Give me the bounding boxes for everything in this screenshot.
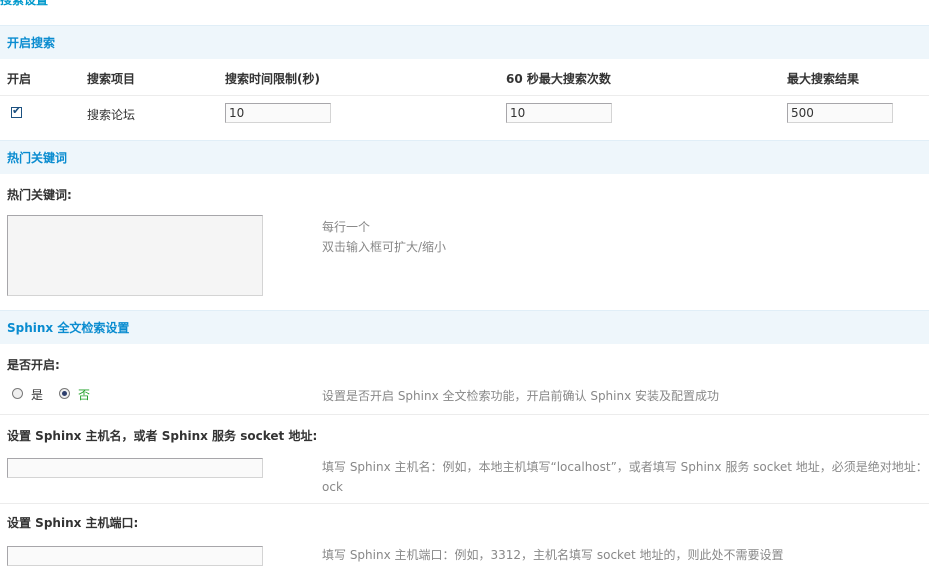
row-divider	[0, 95, 929, 96]
sphinx-port-hint: 填写 Sphinx 主机端口：例如，3312，主机名填写 socket 地址的，…	[322, 548, 784, 562]
column-header-time-limit: 搜索时间限制(秒)	[225, 72, 320, 86]
sphinx-port-input[interactable]	[7, 546, 263, 566]
hot-keywords-label: 热门关键词:	[7, 188, 72, 202]
section-header-sphinx: Sphinx 全文检索设置	[0, 310, 929, 344]
sphinx-port-label: 设置 Sphinx 主机端口:	[7, 516, 139, 530]
column-header-search-item: 搜索项目	[87, 72, 136, 86]
column-header-max-per-60s: 60 秒最大搜索次数	[506, 72, 611, 86]
section-header-enable-search: 开启搜索	[0, 25, 929, 59]
sphinx-host-hint-line1: 填写 Sphinx 主机名：例如，本地主机填写“localhost”，或者填写 …	[322, 460, 928, 474]
search-item-label: 搜索论坛	[87, 108, 136, 122]
enable-search-checkbox[interactable]: ✔	[11, 104, 22, 118]
radio-selected-dot-icon	[62, 391, 67, 396]
sphinx-host-hint-line2: ock	[322, 480, 343, 494]
page-title: 搜索设置	[0, 0, 49, 7]
time-limit-input[interactable]	[225, 103, 331, 123]
hot-keywords-textarea[interactable]	[7, 215, 263, 296]
section-header-hot-keywords: 热门关键词	[0, 140, 929, 174]
column-header-max-results: 最大搜索结果	[787, 72, 860, 86]
row-divider	[0, 503, 929, 504]
radio-yes-label[interactable]: 是	[31, 386, 43, 403]
check-icon: ✔	[12, 104, 22, 117]
max-results-input[interactable]	[787, 103, 893, 123]
radio-no[interactable]	[59, 388, 70, 399]
sphinx-host-input[interactable]	[7, 458, 263, 478]
max-per-60s-input[interactable]	[506, 103, 612, 123]
sphinx-host-label: 设置 Sphinx 主机名，或者 Sphinx 服务 socket 地址:	[7, 429, 318, 443]
hot-keywords-hint-line2: 双击输入框可扩大/缩小	[322, 240, 447, 254]
sphinx-enable-label: 是否开启:	[7, 358, 60, 372]
sphinx-enable-hint: 设置是否开启 Sphinx 全文检索功能，开启前确认 Sphinx 安装及配置成…	[322, 389, 720, 403]
hot-keywords-hint-line1: 每行一个	[322, 220, 371, 234]
row-divider	[0, 414, 929, 415]
radio-yes[interactable]	[12, 388, 23, 399]
radio-no-label[interactable]: 否	[78, 386, 90, 403]
column-header-enable: 开启	[7, 72, 32, 86]
